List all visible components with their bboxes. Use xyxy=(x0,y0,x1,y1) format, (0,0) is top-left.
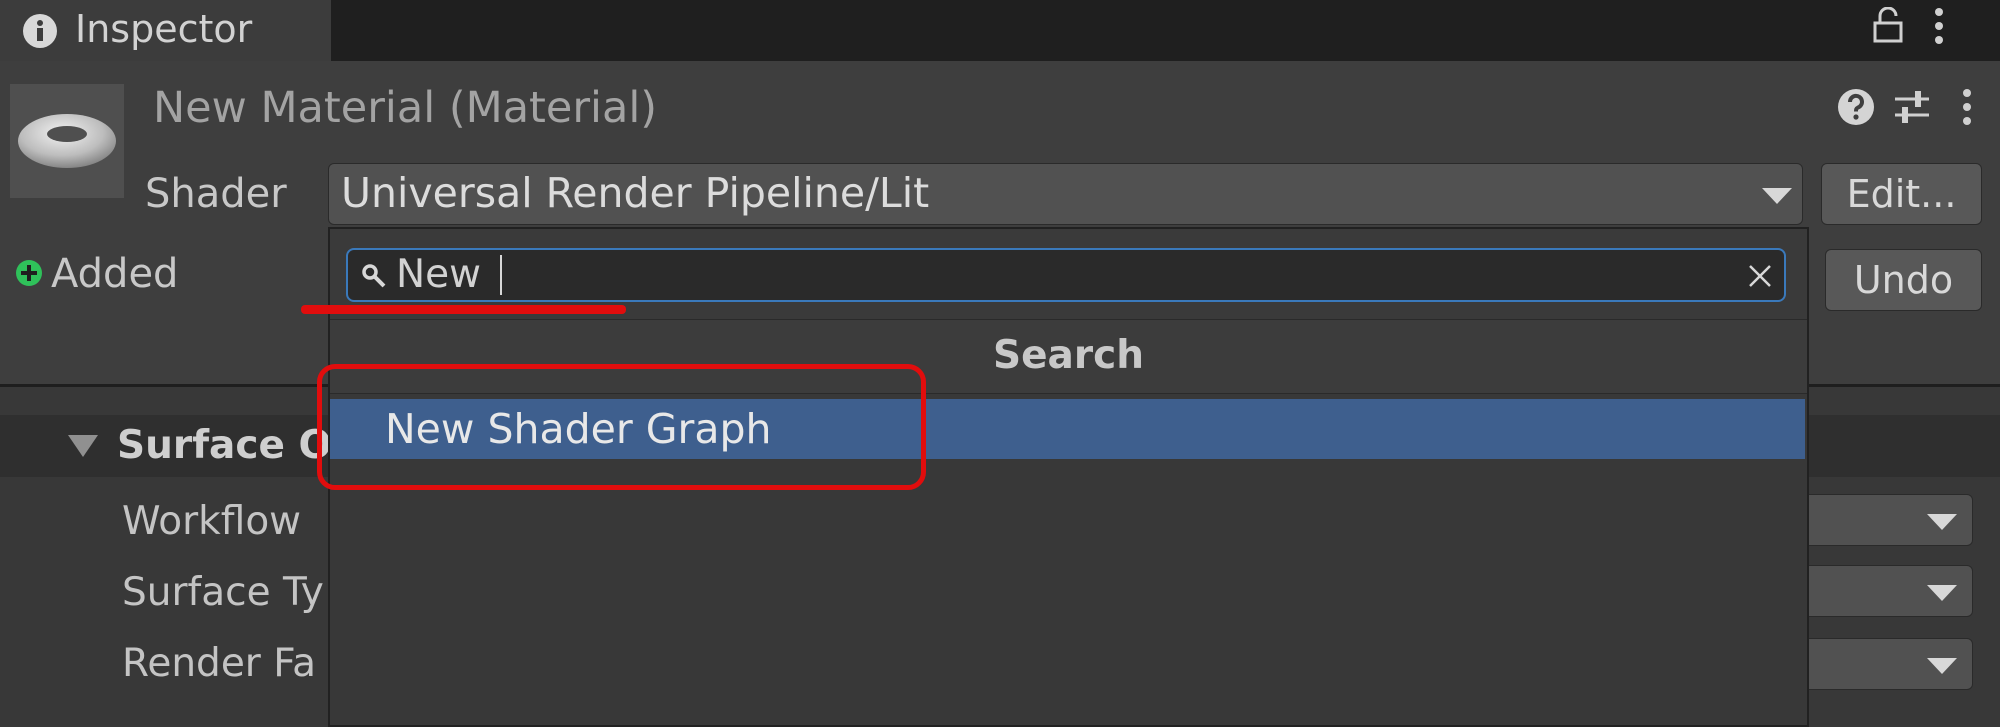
triangle-down-icon xyxy=(1762,188,1792,204)
triangle-down-icon xyxy=(1927,658,1957,674)
plus-circle-icon xyxy=(15,259,43,287)
shader-label: Shader xyxy=(145,171,287,217)
kebab-menu-icon[interactable] xyxy=(1932,6,1946,46)
surface-options-title: Surface O xyxy=(117,423,332,468)
triangle-down-icon xyxy=(1927,585,1957,601)
tab-title: Inspector xyxy=(75,7,253,51)
text-caret xyxy=(500,255,502,295)
search-input[interactable]: New xyxy=(346,248,1786,302)
search-icon xyxy=(361,263,387,289)
help-icon[interactable] xyxy=(1837,88,1875,126)
edit-shader-button[interactable]: Edit... xyxy=(1821,163,1982,225)
search-input-value: New xyxy=(396,252,482,297)
triangle-down-icon xyxy=(1927,514,1957,530)
workflow-label: Workflow xyxy=(122,499,302,544)
shader-dropdown-value: Universal Render Pipeline/Lit xyxy=(341,169,930,217)
lock-icon[interactable] xyxy=(1872,7,1904,43)
foldout-arrow-icon[interactable] xyxy=(68,435,98,457)
shader-dropdown[interactable]: Universal Render Pipeline/Lit xyxy=(328,163,1803,225)
render-face-dropdown[interactable] xyxy=(1795,638,1973,690)
material-preview-thumbnail xyxy=(10,84,124,198)
close-icon[interactable] xyxy=(1748,264,1772,288)
surface-type-label: Surface Ty xyxy=(122,570,324,615)
surface-type-dropdown[interactable] xyxy=(1795,565,1973,617)
annotation-highlight-box xyxy=(317,364,926,490)
override-added-label: Added xyxy=(51,251,179,297)
render-face-label: Render Fa xyxy=(122,641,316,686)
annotation-underline xyxy=(301,305,626,314)
kebab-menu-icon[interactable] xyxy=(1960,87,1974,127)
undo-button[interactable]: Undo xyxy=(1825,249,1982,311)
material-title: New Material (Material) xyxy=(153,83,658,133)
workflow-dropdown[interactable] xyxy=(1795,494,1973,546)
info-icon xyxy=(22,13,58,49)
presets-sliders-icon[interactable] xyxy=(1892,87,1932,127)
tab-inspector[interactable]: Inspector xyxy=(0,0,331,61)
